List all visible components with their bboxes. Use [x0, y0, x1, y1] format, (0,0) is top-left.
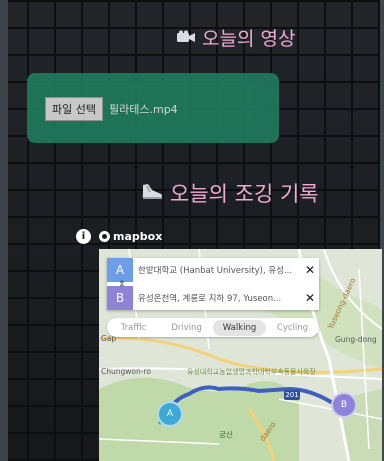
selected-file-name: 필라테스.mp4	[109, 103, 178, 116]
close-icon[interactable]: ✕	[301, 291, 319, 305]
mapbox-logo-icon	[99, 231, 110, 242]
origin-badge: A	[107, 258, 133, 282]
file-select-button[interactable]: 파일 선택	[45, 97, 103, 121]
mapbox-attribution: i mapbox	[76, 229, 162, 244]
video-section-text: 오늘의 영상	[202, 28, 296, 50]
origin-input[interactable]: 한밭대학교 (Hanbat University), 유성...	[133, 264, 301, 276]
map-label-chungwon: Chungwon-ro	[101, 367, 151, 376]
mapbox-logo[interactable]: mapbox	[99, 230, 162, 243]
origin-row: A 한밭대학교 (Hanbat University), 유성... ✕	[107, 258, 319, 282]
tab-cycling[interactable]: Cycling	[266, 320, 319, 336]
close-icon[interactable]: ✕	[301, 263, 319, 277]
destination-badge: B	[107, 286, 133, 310]
jog-section-text: 오늘의 조깅 기록	[170, 182, 319, 206]
tab-traffic[interactable]: Traffic	[107, 320, 160, 336]
map-label-campus: 유성대학교농업생명과학대학부속동물사육장	[187, 368, 316, 376]
video-upload-card: 파일 선택 필라테스.mp4	[27, 73, 279, 143]
map-label-gung-dong: Gung-dong	[335, 335, 377, 344]
running-shoe-icon	[140, 181, 164, 206]
jog-map[interactable]: Gap Gung-dong Chungwon-ro Yuseong-daero …	[99, 249, 382, 461]
route-start-marker[interactable]: A	[157, 401, 183, 427]
route-end-marker[interactable]: B	[331, 392, 357, 418]
destination-row: B 유성온천역, 계룡로 지하 97, Yuseon... ✕	[107, 286, 319, 310]
info-icon[interactable]: i	[76, 229, 91, 244]
map-label-gungsan: 궁산	[219, 430, 233, 439]
video-camera-icon	[176, 27, 196, 49]
jog-section-title: 오늘의 조깅 기록	[140, 178, 319, 208]
left-edge	[0, 0, 8, 461]
tab-driving[interactable]: Driving	[160, 320, 213, 336]
tab-walking[interactable]: Walking	[213, 319, 266, 336]
destination-input[interactable]: 유성온천역, 계룡로 지하 97, Yuseon...	[133, 292, 301, 304]
mapbox-logo-text: mapbox	[113, 230, 163, 243]
video-section-title: 오늘의 영상	[176, 24, 295, 51]
routing-profile-tabs: Traffic Driving Walking Cycling	[107, 318, 319, 337]
directions-panel: A 한밭대학교 (Hanbat University), 유성... ✕ ⇕ B…	[107, 258, 319, 310]
road-shield-201: 201	[284, 390, 300, 400]
page: 오늘의 영상 파일 선택 필라테스.mp4 오늘의 조깅 기록 i mapbox	[0, 0, 384, 461]
